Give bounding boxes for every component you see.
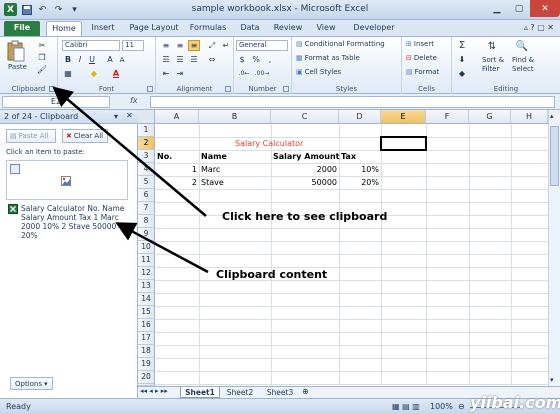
arrow-to-launcher xyxy=(52,86,207,217)
annotation-clipboard-content: Clipboard content xyxy=(216,268,328,281)
arrow-to-content xyxy=(115,222,209,274)
annotation-arrows xyxy=(52,86,209,274)
watermark: yiibai.com xyxy=(470,393,560,412)
annotation-clipboard-hint: Click here to see clipboard xyxy=(222,210,388,223)
